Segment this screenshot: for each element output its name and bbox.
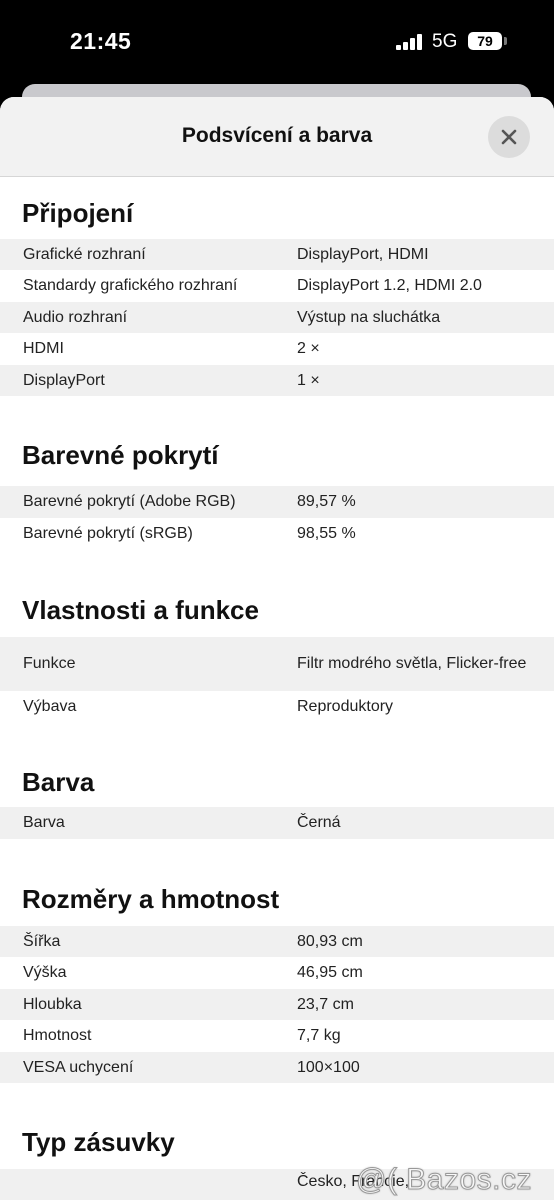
spec-label: Grafické rozhraní: [23, 245, 146, 263]
spec-label: Výška: [23, 964, 67, 981]
spec-label: Barevné pokrytí (sRGB): [23, 525, 193, 542]
spec-row: HDMI 2 ×: [0, 333, 554, 365]
spec-row: Barva Černá: [0, 807, 554, 839]
spec-row: Funkce Filtr modrého světla, Flicker-free: [0, 637, 554, 691]
spec-value: Výstup na sluchátka: [297, 308, 441, 326]
bottom-sheet: Podsvícení a barva Připojení Grafické ro…: [0, 97, 554, 1200]
spec-row: Standardy grafického rozhraní DisplayPort…: [0, 270, 554, 302]
network-type: 5G: [432, 31, 458, 52]
spec-value: 100×100: [297, 1058, 360, 1076]
spec-value: 80,93 cm: [297, 932, 363, 950]
section-title: Typ zásuvky: [22, 1127, 175, 1157]
spec-value: 1 ×: [297, 371, 320, 389]
spec-label: Hmotnost: [23, 1027, 92, 1044]
section-title: Barva: [22, 767, 95, 797]
sheet-title: Podsvícení a barva: [181, 124, 373, 147]
spec-row: Šířka 80,93 cm: [0, 926, 554, 957]
spec-row: Hmotnost 7,7 kg: [0, 1020, 554, 1052]
battery-icon: 79: [468, 32, 502, 50]
section-title: Připojení: [22, 198, 134, 228]
spec-list: Připojení Grafické rozhraní DisplayPort, …: [0, 177, 554, 1200]
battery-nub: [504, 37, 507, 45]
status-time: 21:45: [70, 28, 132, 54]
spec-value: 46,95 cm: [297, 964, 363, 981]
spec-row: Výška 46,95 cm: [0, 957, 554, 989]
spec-value: DisplayPort, HDMI: [297, 245, 429, 263]
status-bar: 21:45 5G 79: [0, 0, 554, 84]
bazos-watermark: @( Bazos.cz: [356, 1163, 533, 1197]
spec-row: Barevné pokrytí (sRGB) 98,55 %: [0, 518, 554, 550]
spec-label: Barevné pokrytí (Adobe RGB): [23, 493, 236, 510]
close-button[interactable]: [488, 116, 530, 158]
spec-value: 2 ×: [297, 340, 320, 357]
section-title: Barevné pokrytí: [22, 440, 219, 470]
spec-value: 23,7 cm: [297, 995, 354, 1013]
section-title: Vlastnosti a funkce: [22, 595, 259, 625]
spec-value: Filtr modrého světla, Flicker-free: [297, 655, 527, 672]
spec-label: HDMI: [23, 340, 64, 357]
section-connectivity: Připojení Grafické rozhraní DisplayPort, …: [0, 177, 554, 396]
section-color-gamut: Barevné pokrytí Barevné pokrytí (Adobe R…: [0, 396, 554, 550]
spec-row: DisplayPort 1 ×: [0, 365, 554, 396]
spec-label: Standardy grafického rozhraní: [23, 277, 238, 294]
spec-value: Reproduktory: [297, 698, 394, 715]
spec-label: Výbava: [23, 698, 77, 715]
spec-row: Audio rozhraní Výstup na sluchátka: [0, 302, 554, 333]
spec-label: Hloubka: [23, 995, 82, 1013]
spec-label: VESA uchycení: [23, 1058, 134, 1076]
section-title: Rozměry a hmotnost: [22, 884, 280, 914]
spec-row: Hloubka 23,7 cm: [0, 989, 554, 1020]
spec-value: 7,7 kg: [297, 1027, 341, 1044]
spec-row: Barevné pokrytí (Adobe RGB) 89,57 %: [0, 486, 554, 518]
spec-label: Audio rozhraní: [23, 308, 128, 326]
spec-row: Grafické rozhraní DisplayPort, HDMI: [0, 239, 554, 270]
spec-value: DisplayPort 1.2, HDMI 2.0: [297, 277, 482, 294]
spec-label: Barva: [23, 814, 65, 831]
spec-row: VESA uchycení 100×100: [0, 1052, 554, 1083]
section-color: Barva Barva Černá: [0, 723, 554, 839]
spec-value: 98,55 %: [297, 525, 356, 542]
spec-row: Výbava Reproduktory: [0, 691, 554, 723]
spec-value: 89,57 %: [297, 493, 356, 510]
spec-label: Funkce: [23, 655, 76, 672]
sheet-header: Podsvícení a barva: [0, 97, 554, 177]
section-features: Vlastnosti a funkce Funkce Filtr modrého …: [0, 550, 554, 723]
spec-label: Šířka: [23, 932, 61, 950]
close-icon: [501, 129, 517, 145]
section-dimensions: Rozměry a hmotnost Šířka 80,93 cm Výška 46…: [0, 839, 554, 1083]
spec-label: DisplayPort: [23, 371, 105, 389]
spec-value: Černá: [297, 814, 341, 831]
cellular-signal-icon: [396, 34, 422, 50]
